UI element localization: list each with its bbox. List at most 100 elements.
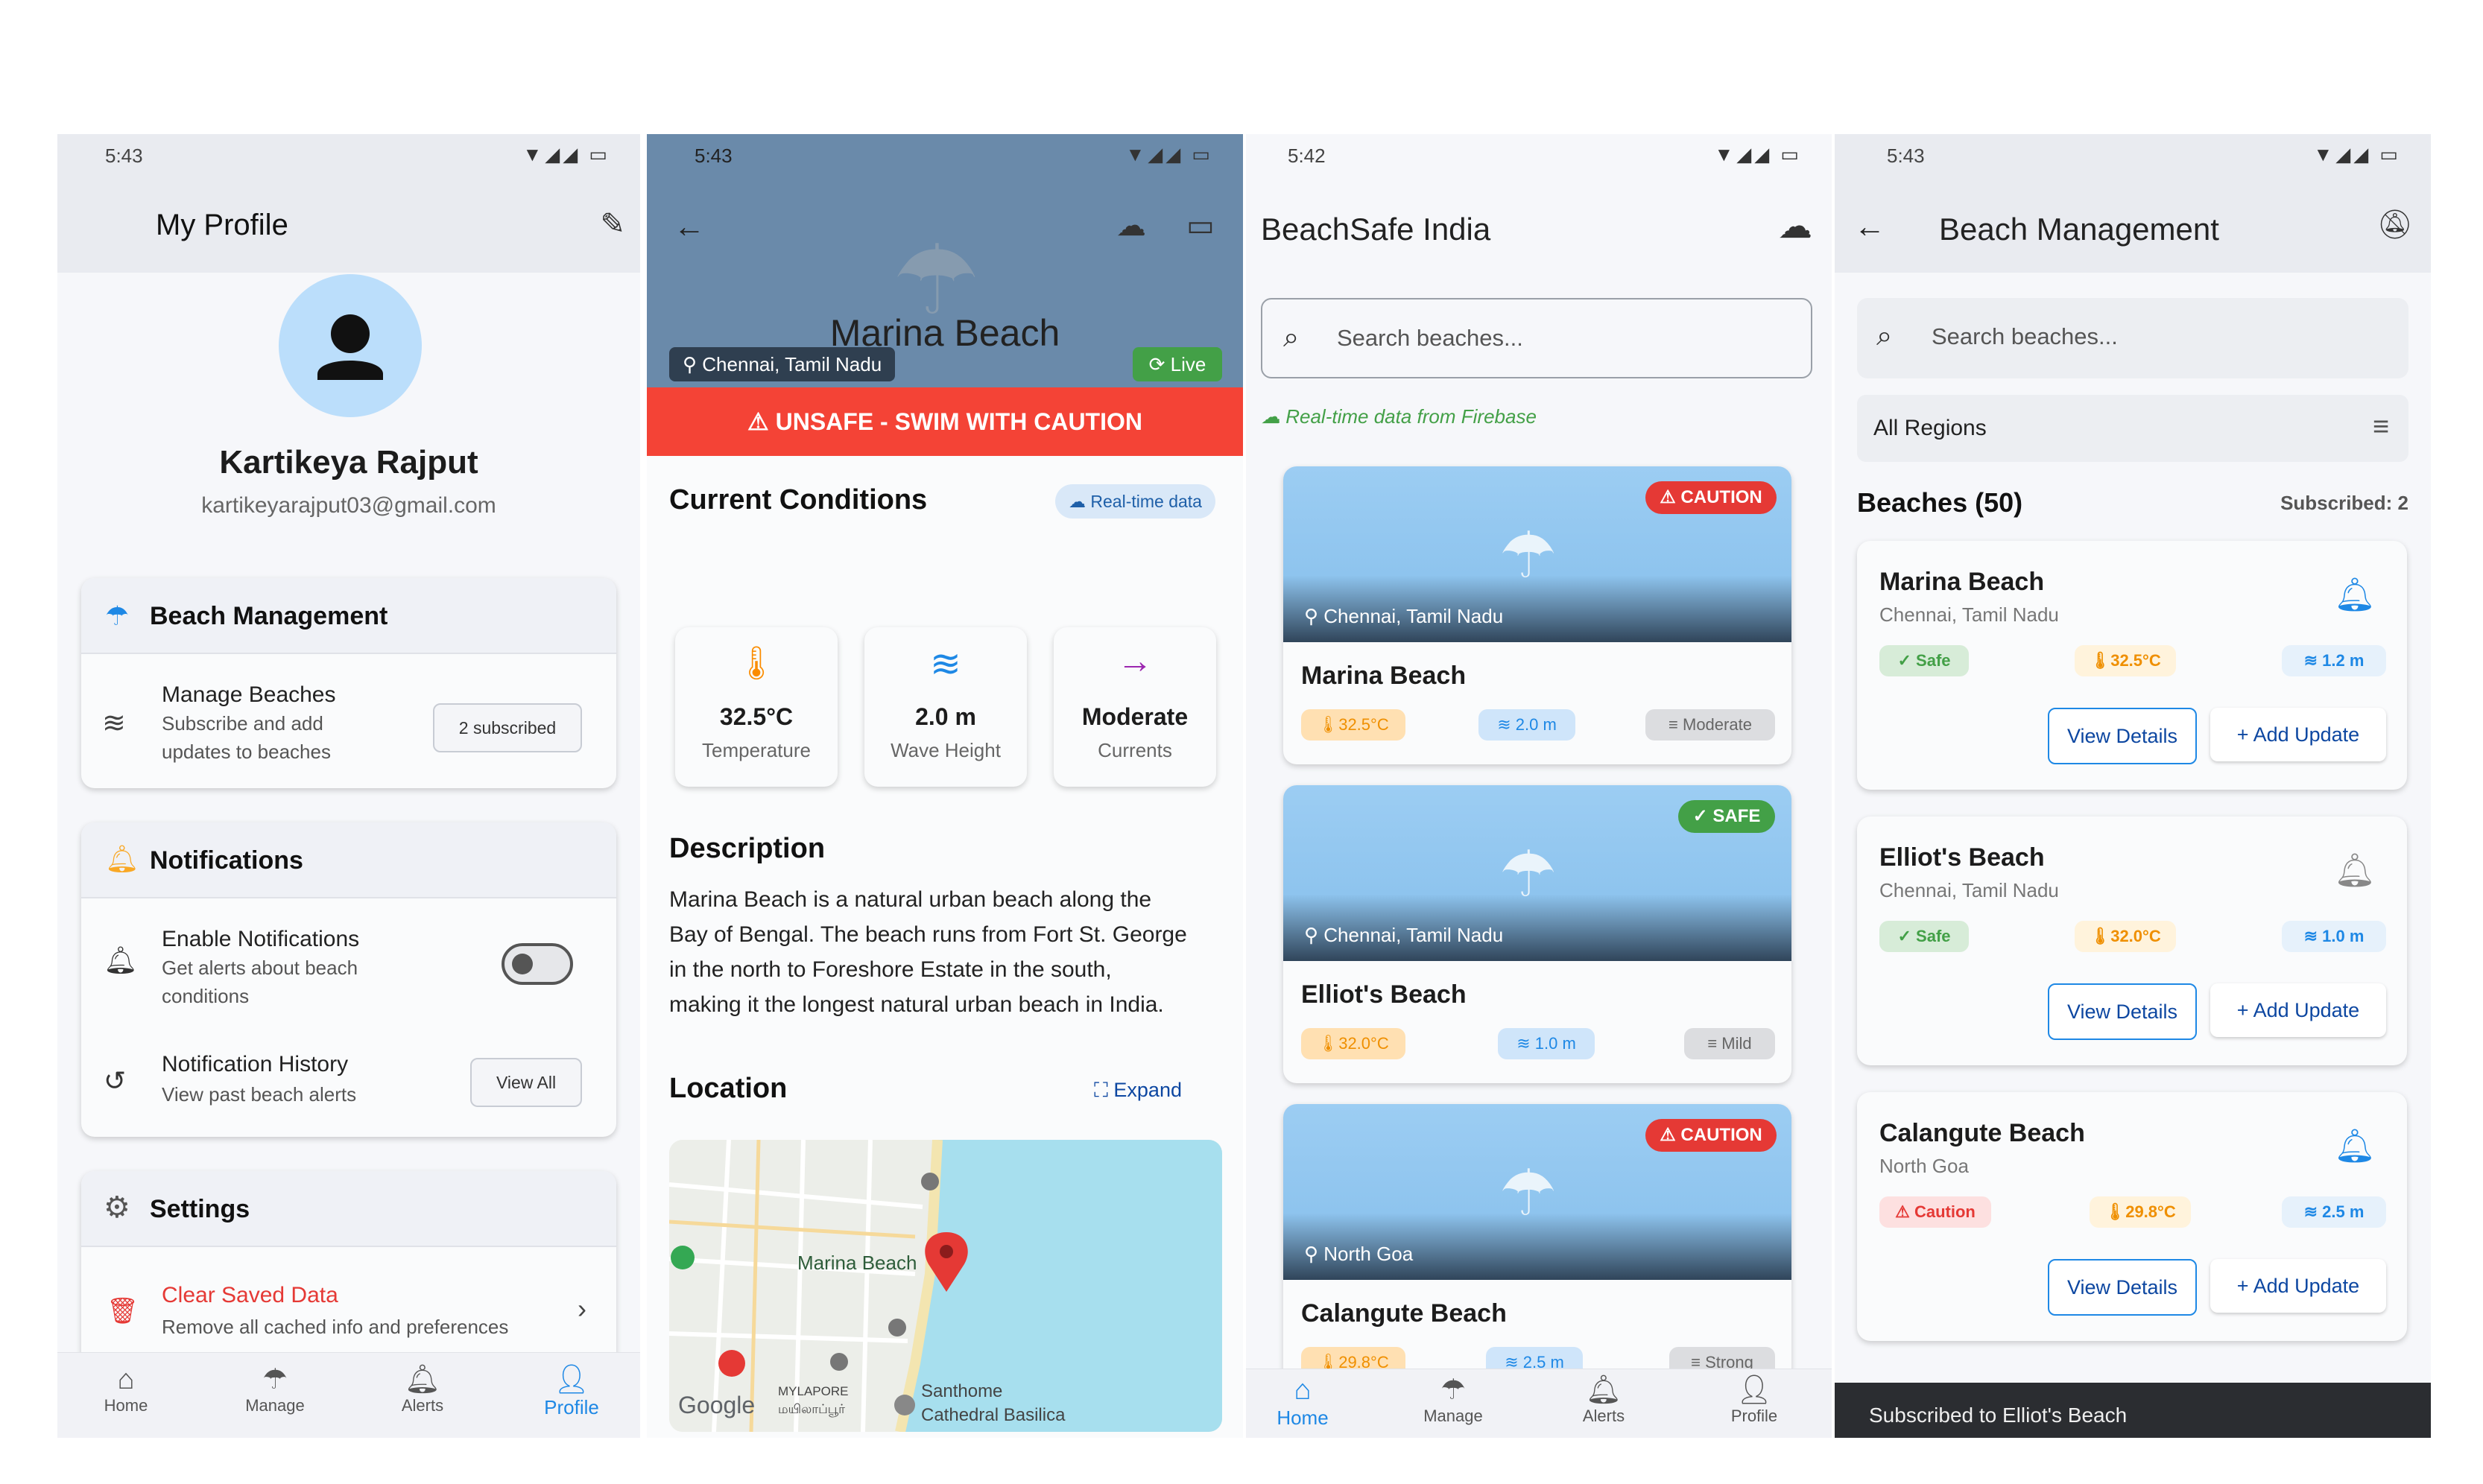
search-bar[interactable]: ⌕ Search beaches... — [1857, 298, 2408, 378]
status-time: 5:42 — [1288, 145, 1326, 167]
pill-text: 1.0 m — [2322, 927, 2365, 945]
beach-card[interactable]: ☂ ⚠ CAUTION ⚲ Chennai, Tamil Nadu Marina… — [1283, 466, 1791, 764]
view-details-button[interactable]: View Details — [2048, 708, 2197, 764]
avatar — [279, 274, 422, 417]
enable-notifications-title: Enable Notifications — [162, 927, 360, 951]
condition-card-currents: → Moderate Currents — [1054, 627, 1216, 787]
view-all-button[interactable]: View All — [470, 1058, 582, 1107]
condition-value: Moderate — [1081, 703, 1189, 730]
nav-label: Manage — [1423, 1407, 1483, 1425]
cloud-done-icon[interactable]: ☁ — [1116, 209, 1146, 243]
chevron-right-icon[interactable]: › — [578, 1293, 586, 1325]
beach-card[interactable]: ☂ ⚠ CAUTION ⚲ North Goa Calangute Beach … — [1283, 1104, 1791, 1402]
enable-notifications-sub: Get alerts about beach — [162, 957, 358, 979]
nav-alerts[interactable]: 🔔︎ Alerts — [1552, 1374, 1656, 1426]
condition-label: Temperature — [702, 739, 811, 761]
clear-data-sub: Remove all cached info and preferences — [162, 1316, 509, 1338]
thermometer-icon: 🌡︎ — [2090, 927, 2111, 945]
condition-label: Wave Height — [891, 739, 1001, 761]
back-arrow-icon[interactable]: ← — [1854, 209, 1885, 244]
pill-text: Mild — [1721, 1034, 1752, 1053]
manage-beaches-title: Manage Beaches — [162, 682, 336, 707]
thermometer-icon: 🌡︎ — [2090, 651, 2111, 670]
status-bar: 5:42 ▼◢◢ ▭ — [1246, 134, 1832, 179]
cloud-done-icon[interactable]: ☁ — [1778, 206, 1812, 246]
pill-text: Safe — [1916, 927, 1951, 945]
wave-pill: ≋ 2.0 m — [1478, 709, 1575, 741]
warning-icon: ⚠ — [747, 408, 776, 435]
status-icons: ▼◢◢ ▭ — [522, 143, 610, 165]
nav-home[interactable]: ⌂ Home — [1250, 1374, 1355, 1430]
bell-active-icon[interactable]: 🔔︎ — [2334, 1126, 2376, 1165]
enable-notifications-sub2: conditions — [162, 985, 250, 1007]
beach-umbrella-icon: ☂ — [1499, 520, 1557, 592]
location-pin-icon: ⚲ — [683, 353, 703, 375]
location-text: Chennai, Tamil Nadu — [1323, 605, 1504, 627]
add-update-button[interactable]: + Add Update — [2210, 983, 2386, 1037]
view-details-button[interactable]: View Details — [2048, 1259, 2197, 1316]
nav-profile[interactable]: 👤︎ Profile — [1702, 1374, 1806, 1426]
add-update-button[interactable]: + Add Update — [2210, 1259, 2386, 1313]
current-icon: ≡ — [1668, 715, 1683, 734]
status-bar: 5:43 ▼◢◢ ▭ — [57, 134, 640, 179]
nav-manage[interactable]: ☂ Manage — [223, 1363, 327, 1415]
bell-icon: 🔔︎ — [105, 843, 139, 874]
edit-icon[interactable]: ✎ — [600, 207, 625, 241]
bell-active-icon[interactable]: 🔔︎ — [2334, 575, 2376, 614]
profile-screen: 5:43 ▼◢◢ ▭ My Profile ✎ Kartikeya Rajput… — [57, 134, 640, 1438]
card-title: Marina Beach — [1301, 662, 1467, 690]
pill-text: 2.5 m — [2322, 1202, 2365, 1221]
card-title: Calangute Beach — [1301, 1299, 1507, 1328]
waves-icon: ≋ — [1516, 1034, 1535, 1053]
card-title: Calangute Beach — [1879, 1119, 2085, 1147]
notifications-off-icon[interactable]: 🔕︎ — [2377, 209, 2413, 241]
pill-text: Caution — [1914, 1202, 1976, 1221]
beach-manage-card: Elliot's Beach Chennai, Tamil Nadu 🔔︎ ✓ … — [1857, 816, 2407, 1065]
nav-manage[interactable]: ☂ Manage — [1401, 1374, 1505, 1426]
beach-card[interactable]: ☂ ✓ SAFE ⚲ Chennai, Tamil Nadu Elliot's … — [1283, 785, 1791, 1083]
notifications-card: 🔔︎ Notifications 🔔︎ Enable Notifications… — [81, 822, 616, 1137]
nav-profile[interactable]: 👤︎ Profile — [519, 1363, 624, 1419]
location-pin-icon: ⚲ — [1304, 605, 1324, 627]
google-logo: Google — [678, 1392, 756, 1418]
search-bar[interactable]: ⌕ Search beaches... — [1261, 298, 1812, 378]
person-icon: 👤︎ — [553, 1364, 590, 1395]
thermometer-icon: 🌡︎ — [1318, 715, 1339, 734]
condition-value: 32.5°C — [719, 703, 794, 730]
notifications-toggle[interactable] — [502, 943, 573, 985]
bell-outline-icon[interactable]: 🔔︎ — [2334, 851, 2376, 890]
nav-label: Alerts — [401, 1396, 444, 1415]
warning-icon: ⚠ — [1660, 1125, 1681, 1145]
status-icons: ▼◢◢ ▭ — [1125, 143, 1213, 165]
back-arrow-icon[interactable]: ← — [674, 209, 705, 244]
status-icons: ▼◢◢ ▭ — [2313, 143, 2401, 165]
nav-home[interactable]: ⌂ Home — [74, 1363, 178, 1415]
bottom-nav: ⌂ Home ☂ Manage 🔔︎ Alerts 👤︎ Profile — [1246, 1369, 1832, 1438]
beach-count: Beaches (50) — [1857, 487, 2023, 518]
thermometer-icon: 🌡︎ — [2104, 1202, 2126, 1221]
add-update-button[interactable]: + Add Update — [2210, 708, 2386, 761]
waves-icon: ≋ — [1497, 715, 1516, 734]
temp-pill: 🌡︎32.5°C — [2075, 645, 2176, 676]
description-line: making it the longest natural urban beac… — [669, 992, 1164, 1017]
beach-umbrella-icon: ☂ — [1499, 839, 1557, 910]
clear-data-title[interactable]: Clear Saved Data — [162, 1283, 338, 1308]
condition-card-temperature: 🌡︎ 32.5°C Temperature — [675, 627, 838, 787]
sync-icon: ⟳ — [1148, 353, 1171, 375]
status-badge: ✓ SAFE — [1678, 800, 1775, 833]
location-map[interactable]: Marina Beach Santhome Cathedral Basilica… — [669, 1140, 1222, 1432]
region-dropdown[interactable]: All Regions ≡ — [1857, 395, 2408, 462]
nav-alerts[interactable]: 🔔︎ Alerts — [370, 1363, 475, 1415]
status-text: SAFE — [1712, 806, 1761, 826]
beach-umbrella-icon: ☂ — [262, 1364, 288, 1395]
feedback-icon[interactable]: ▭ — [1186, 209, 1215, 243]
notification-history-sub: View past beach alerts — [162, 1083, 357, 1106]
view-details-button[interactable]: View Details — [2048, 983, 2197, 1040]
safety-banner: ⚠ UNSAFE - SWIM WITH CAUTION — [647, 387, 1243, 456]
toggle-knob — [512, 954, 533, 974]
subscribed-count-button[interactable]: 2 subscribed — [433, 703, 582, 752]
bell-active-icon: 🔔︎ — [104, 945, 138, 975]
expand-button[interactable]: ⛶ Expand — [1094, 1079, 1182, 1103]
card-location: ⚲ North Goa — [1304, 1243, 1413, 1266]
check-icon: ✓ — [1897, 927, 1917, 945]
